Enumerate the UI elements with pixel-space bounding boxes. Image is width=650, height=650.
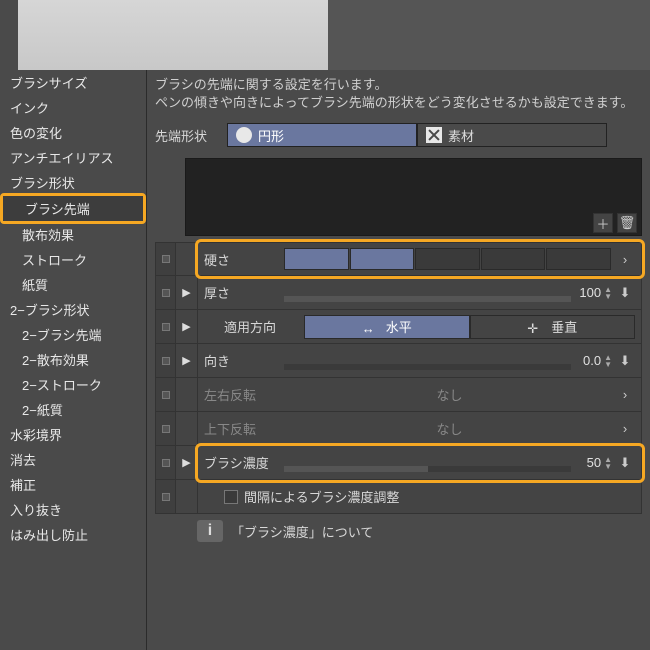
sidebar-item-texture[interactable]: 紙質 (0, 272, 146, 297)
density-slider[interactable] (284, 466, 571, 472)
param-flip-v: 上下反転 なし › (155, 412, 642, 446)
sidebar-item-taper[interactable]: 入り抜き (0, 497, 146, 522)
spinner-icon[interactable]: ▲▼ (604, 354, 612, 368)
param-info: i 「ブラシ濃度」について (155, 514, 642, 548)
settings-content: ブラシの先端に関する設定を行います。 ペンの傾きや向きによってブラシ先端の形状を… (147, 70, 650, 650)
angle-label: 向き (204, 351, 284, 370)
param-hardness: 硬さ › (155, 242, 642, 276)
info-icon: i (197, 520, 223, 542)
sidebar-item-brush-shape-2[interactable]: 2−ブラシ形状 (0, 297, 146, 322)
param-flip-h: 左右反転 なし › (155, 378, 642, 412)
direction-horizontal-button[interactable]: ↔ 水平 (304, 315, 470, 339)
drag-handle[interactable] (156, 276, 176, 309)
thickness-label: 厚さ (204, 283, 284, 302)
fliph-value[interactable]: なし (284, 385, 615, 404)
drag-handle[interactable] (156, 446, 176, 479)
chevron-right-icon[interactable]: › (615, 252, 635, 267)
expand-toggle[interactable] (176, 480, 198, 513)
sidebar-item-color-change[interactable]: 色の変化 (0, 120, 146, 145)
tip-preview-area: ＋ 🗑 (185, 158, 642, 236)
chevron-right-icon[interactable]: › (615, 387, 635, 402)
tip-shape-circle-button[interactable]: 円形 (227, 123, 417, 147)
expand-toggle[interactable] (176, 243, 198, 275)
param-density: ▶ ブラシ濃度 50 ▲▼ ⬇ (155, 446, 642, 480)
sidebar-item-brush-tip-2[interactable]: 2−ブラシ先端 (0, 322, 146, 347)
thickness-slider[interactable] (284, 296, 571, 302)
drag-handle[interactable] (156, 378, 176, 411)
circle-icon (236, 127, 252, 143)
density-label: ブラシ濃度 (204, 453, 284, 472)
delete-tip-button[interactable]: 🗑 (617, 213, 637, 233)
vertical-icon: ✛ (527, 321, 545, 333)
sidebar-item-stroke[interactable]: ストローク (0, 247, 146, 272)
hardness-steps[interactable] (284, 248, 611, 270)
sidebar-item-texture-2[interactable]: 2−紙質 (0, 397, 146, 422)
angle-value[interactable]: 0.0 (583, 353, 601, 368)
hardness-label: 硬さ (204, 250, 284, 269)
spinner-icon[interactable]: ▲▼ (604, 286, 612, 300)
tip-shape-label: 先端形状 (155, 126, 227, 145)
sidebar-item-ink[interactable]: インク (0, 95, 146, 120)
add-tip-button[interactable]: ＋ (593, 213, 613, 233)
spinner-icon[interactable]: ▲▼ (604, 456, 612, 470)
info-label: 「ブラシ濃度」について (231, 522, 373, 541)
dynamics-button[interactable]: ⬇ (615, 285, 635, 301)
spacing-checkbox[interactable] (224, 490, 238, 504)
dynamics-button[interactable]: ⬇ (615, 455, 635, 471)
param-angle: ▶ 向き 0.0 ▲▼ ⬇ (155, 344, 642, 378)
sidebar-item-overflow[interactable]: はみ出し防止 (0, 522, 146, 547)
expand-toggle[interactable]: ▶ (176, 276, 198, 309)
description: ブラシの先端に関する設定を行います。 ペンの傾きや向きによってブラシ先端の形状を… (155, 76, 642, 112)
sidebar-item-spray-2[interactable]: 2−散布効果 (0, 347, 146, 372)
thickness-value[interactable]: 100 (579, 285, 601, 300)
param-thickness: ▶ 厚さ 100 ▲▼ ⬇ (155, 276, 642, 310)
direction-label: 適用方向 (224, 317, 304, 336)
material-icon (426, 127, 442, 143)
sidebar-item-stroke-2[interactable]: 2−ストローク (0, 372, 146, 397)
dynamics-button[interactable]: ⬇ (615, 353, 635, 369)
sidebar-item-brush-tip[interactable]: ブラシ先端 (3, 196, 143, 221)
angle-slider[interactable] (284, 364, 571, 370)
horizontal-icon: ↔ (362, 321, 380, 333)
category-sidebar: ブラシサイズ インク 色の変化 アンチエイリアス ブラシ形状 ブラシ先端 散布効… (0, 70, 147, 650)
sidebar-item-spray[interactable]: 散布効果 (0, 222, 146, 247)
sidebar-item-erase[interactable]: 消去 (0, 447, 146, 472)
flipv-value[interactable]: なし (284, 419, 615, 438)
tip-shape-material-button[interactable]: 素材 (417, 123, 607, 147)
flipv-label: 上下反転 (204, 419, 284, 438)
fliph-label: 左右反転 (204, 385, 284, 404)
sidebar-item-brush-size[interactable]: ブラシサイズ (0, 70, 146, 95)
expand-toggle[interactable] (176, 378, 198, 411)
drag-handle[interactable] (156, 344, 176, 377)
drag-handle[interactable] (156, 310, 176, 343)
brush-preview (0, 0, 650, 70)
direction-vertical-button[interactable]: ✛ 垂直 (470, 315, 636, 339)
sidebar-item-brush-shape[interactable]: ブラシ形状 (0, 170, 146, 195)
drag-handle[interactable] (156, 480, 176, 513)
expand-toggle[interactable]: ▶ (176, 310, 198, 343)
param-direction: ▶ 適用方向 ↔ 水平 ✛ 垂直 (155, 310, 642, 344)
expand-toggle[interactable] (176, 412, 198, 445)
sidebar-item-watercolor[interactable]: 水彩境界 (0, 422, 146, 447)
drag-handle[interactable] (156, 412, 176, 445)
chevron-right-icon[interactable]: › (615, 421, 635, 436)
sidebar-item-correction[interactable]: 補正 (0, 472, 146, 497)
expand-toggle[interactable]: ▶ (176, 344, 198, 377)
sidebar-item-antialias[interactable]: アンチエイリアス (0, 145, 146, 170)
param-spacing-adjust: 間隔によるブラシ濃度調整 (155, 480, 642, 514)
spacing-label: 間隔によるブラシ濃度調整 (244, 487, 399, 506)
drag-handle[interactable] (156, 243, 176, 275)
density-value[interactable]: 50 (587, 455, 601, 470)
expand-toggle[interactable]: ▶ (176, 446, 198, 479)
